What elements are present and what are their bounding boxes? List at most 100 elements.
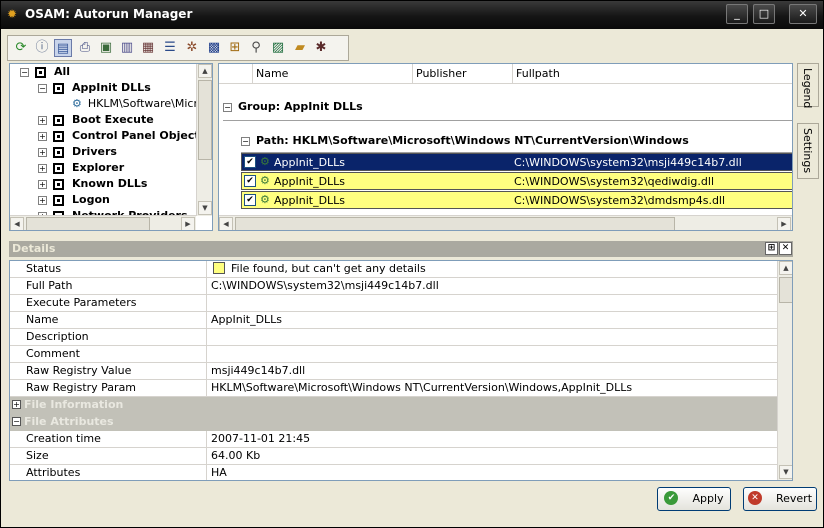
property-row-name[interactable]: Name AppInit_DLLs [10, 312, 778, 329]
category-file-information[interactable]: + File Information [10, 397, 778, 414]
expand-icon[interactable]: + [12, 400, 21, 409]
undo-icon: ✕ [747, 491, 762, 505]
tree-checkbox[interactable] [53, 82, 64, 94]
maximize-button[interactable]: □ [753, 4, 775, 24]
save-as-icon[interactable]: ▨ [269, 39, 287, 57]
scroll-down-icon[interactable]: ▼ [779, 465, 792, 479]
property-row-exec-params[interactable]: Execute Parameters [10, 295, 778, 312]
collapse-icon[interactable]: − [241, 136, 250, 146]
scroll-right-icon[interactable]: ▶ [777, 217, 791, 230]
details-vertical-scrollbar[interactable]: ▲ ▼ [777, 261, 792, 480]
column-header-fullpath[interactable]: Fullpath [513, 64, 792, 84]
details-property-grid[interactable]: Status File found, but can't get any det… [9, 260, 793, 481]
expand-icon[interactable]: + [38, 147, 47, 157]
tree-item-registry-path[interactable]: ⚙ HKLM\Software\Microsoft\Windows NT\Curr… [72, 96, 212, 112]
list-horizontal-scrollbar[interactable]: ◀ ▶ [219, 215, 792, 230]
list-row[interactable]: ✔ ⚙ AppInit_DLLs C:\WINDOWS\system32\qed… [241, 172, 792, 190]
close-panel-icon[interactable]: ✕ [779, 242, 792, 255]
scroll-up-icon[interactable]: ▲ [198, 64, 212, 78]
property-row-raw-param[interactable]: Raw Registry Param HKLM\Software\Microso… [10, 380, 778, 397]
tree-item-drivers[interactable]: + Drivers [38, 144, 117, 160]
scroll-thumb[interactable] [779, 277, 792, 303]
tree-icon[interactable]: ⊞ [226, 39, 244, 57]
refresh-icon[interactable]: ⟳ [12, 39, 30, 57]
scroll-right-icon[interactable]: ▶ [181, 217, 195, 230]
apply-button[interactable]: ✔ Apply [657, 487, 731, 511]
expand-icon[interactable]: + [38, 163, 47, 173]
property-row-size[interactable]: Size 64.00 Kb [10, 448, 778, 465]
tree-checkbox[interactable] [53, 178, 64, 190]
app-icon: ✹ [7, 7, 18, 21]
autorun-list[interactable]: Name Publisher Fullpath − Group: AppInit … [218, 63, 793, 231]
tree-checkbox[interactable] [35, 66, 46, 78]
scroll-thumb[interactable] [198, 80, 212, 160]
scroll-left-icon[interactable]: ◀ [10, 217, 24, 230]
group-header[interactable]: − Group: AppInit DLLs [223, 98, 363, 116]
file-icon[interactable]: ▤ [54, 39, 72, 57]
scroll-thumb[interactable] [235, 217, 675, 230]
tree-checkbox[interactable] [53, 114, 64, 126]
tree-item-control-panel[interactable]: + Control Panel Objects [38, 128, 206, 144]
tree-item-explorer[interactable]: + Explorer [38, 160, 124, 176]
info-icon[interactable]: ⓘ [33, 39, 51, 57]
search-icon[interactable]: ⚲ [247, 39, 265, 57]
tree-root[interactable]: − All [20, 64, 70, 80]
property-row-creation-time[interactable]: Creation time 2007-11-01 21:45 [10, 431, 778, 448]
collapse-icon[interactable]: − [20, 67, 29, 77]
category-tree[interactable]: −All −AppInit DLLs ⚙HKLM\Software\Micros… [9, 63, 213, 231]
tab-settings[interactable]: Settings [797, 123, 819, 179]
pin-icon[interactable]: ⊞ [765, 242, 778, 255]
list-row[interactable]: ✔ ⚙ AppInit_DLLs C:\WINDOWS\system32\msj… [241, 153, 792, 171]
expand-icon[interactable]: + [38, 195, 47, 205]
row-checkbox[interactable]: ✔ [244, 175, 256, 187]
collapse-icon[interactable]: − [38, 83, 47, 93]
gear-icon[interactable]: ✱ [312, 39, 330, 57]
tree-checkbox[interactable] [53, 130, 64, 142]
property-row-description[interactable]: Description [10, 329, 778, 346]
save-icon[interactable]: ▩ [205, 39, 223, 57]
document-icon[interactable]: ▥ [118, 39, 136, 57]
print-icon[interactable]: ⎙ [76, 39, 94, 57]
row-checkbox[interactable]: ✔ [244, 156, 256, 168]
tree-checkbox[interactable] [53, 146, 64, 158]
minimize-button[interactable]: _ [726, 4, 748, 24]
tree-checkbox[interactable] [53, 194, 64, 206]
column-header-blank[interactable] [219, 64, 253, 84]
folder-icon[interactable]: ▰ [291, 39, 309, 57]
property-row-attributes[interactable]: Attributes HA [10, 465, 778, 480]
revert-button[interactable]: ✕ Revert [743, 487, 817, 511]
expand-icon[interactable]: + [38, 115, 47, 125]
properties-icon[interactable]: ▣ [97, 39, 115, 57]
column-header-publisher[interactable]: Publisher [413, 64, 513, 84]
title-bar[interactable]: ✹ OSAM: Autorun Manager _ □ ✕ [1, 1, 823, 29]
report-icon[interactable]: ▦ [139, 39, 157, 57]
tab-legend[interactable]: Legend [797, 63, 819, 108]
expand-icon[interactable]: + [38, 131, 47, 141]
property-row-raw-value[interactable]: Raw Registry Value msji449c14b7.dll [10, 363, 778, 380]
close-button[interactable]: ✕ [789, 4, 817, 24]
list-row[interactable]: ✔ ⚙ AppInit_DLLs C:\WINDOWS\system32\dmd… [241, 191, 792, 209]
collapse-icon[interactable]: − [223, 102, 232, 112]
tree-vertical-scrollbar[interactable]: ▲ ▼ [196, 64, 212, 216]
property-row-status[interactable]: Status File found, but can't get any det… [10, 261, 778, 278]
collapse-icon[interactable]: − [12, 417, 21, 426]
path-header[interactable]: − Path: HKLM\Software\Microsoft\Windows N… [241, 132, 689, 150]
tree-item-known-dlls[interactable]: + Known DLLs [38, 176, 147, 192]
row-checkbox[interactable]: ✔ [244, 194, 256, 206]
tree-horizontal-scrollbar[interactable]: ◀ ▶ [10, 215, 196, 230]
expand-icon[interactable]: + [38, 179, 47, 189]
scroll-down-icon[interactable]: ▼ [198, 201, 212, 215]
scroll-left-icon[interactable]: ◀ [219, 217, 233, 230]
property-row-comment[interactable]: Comment [10, 346, 778, 363]
list-icon[interactable]: ☰ [161, 39, 179, 57]
tree-checkbox[interactable] [53, 162, 64, 174]
tree-item-appinit[interactable]: − AppInit DLLs [38, 80, 151, 96]
scroll-thumb[interactable] [26, 217, 150, 230]
tree-item-logon[interactable]: + Logon [38, 192, 110, 208]
settings-gear-icon[interactable]: ✲ [183, 39, 201, 57]
tree-item-boot-execute[interactable]: + Boot Execute [38, 112, 154, 128]
category-file-attributes[interactable]: − File Attributes [10, 414, 778, 431]
scroll-up-icon[interactable]: ▲ [779, 261, 792, 275]
column-header-name[interactable]: Name [253, 64, 413, 84]
property-row-fullpath[interactable]: Full Path C:\WINDOWS\system32\msji449c14… [10, 278, 778, 295]
